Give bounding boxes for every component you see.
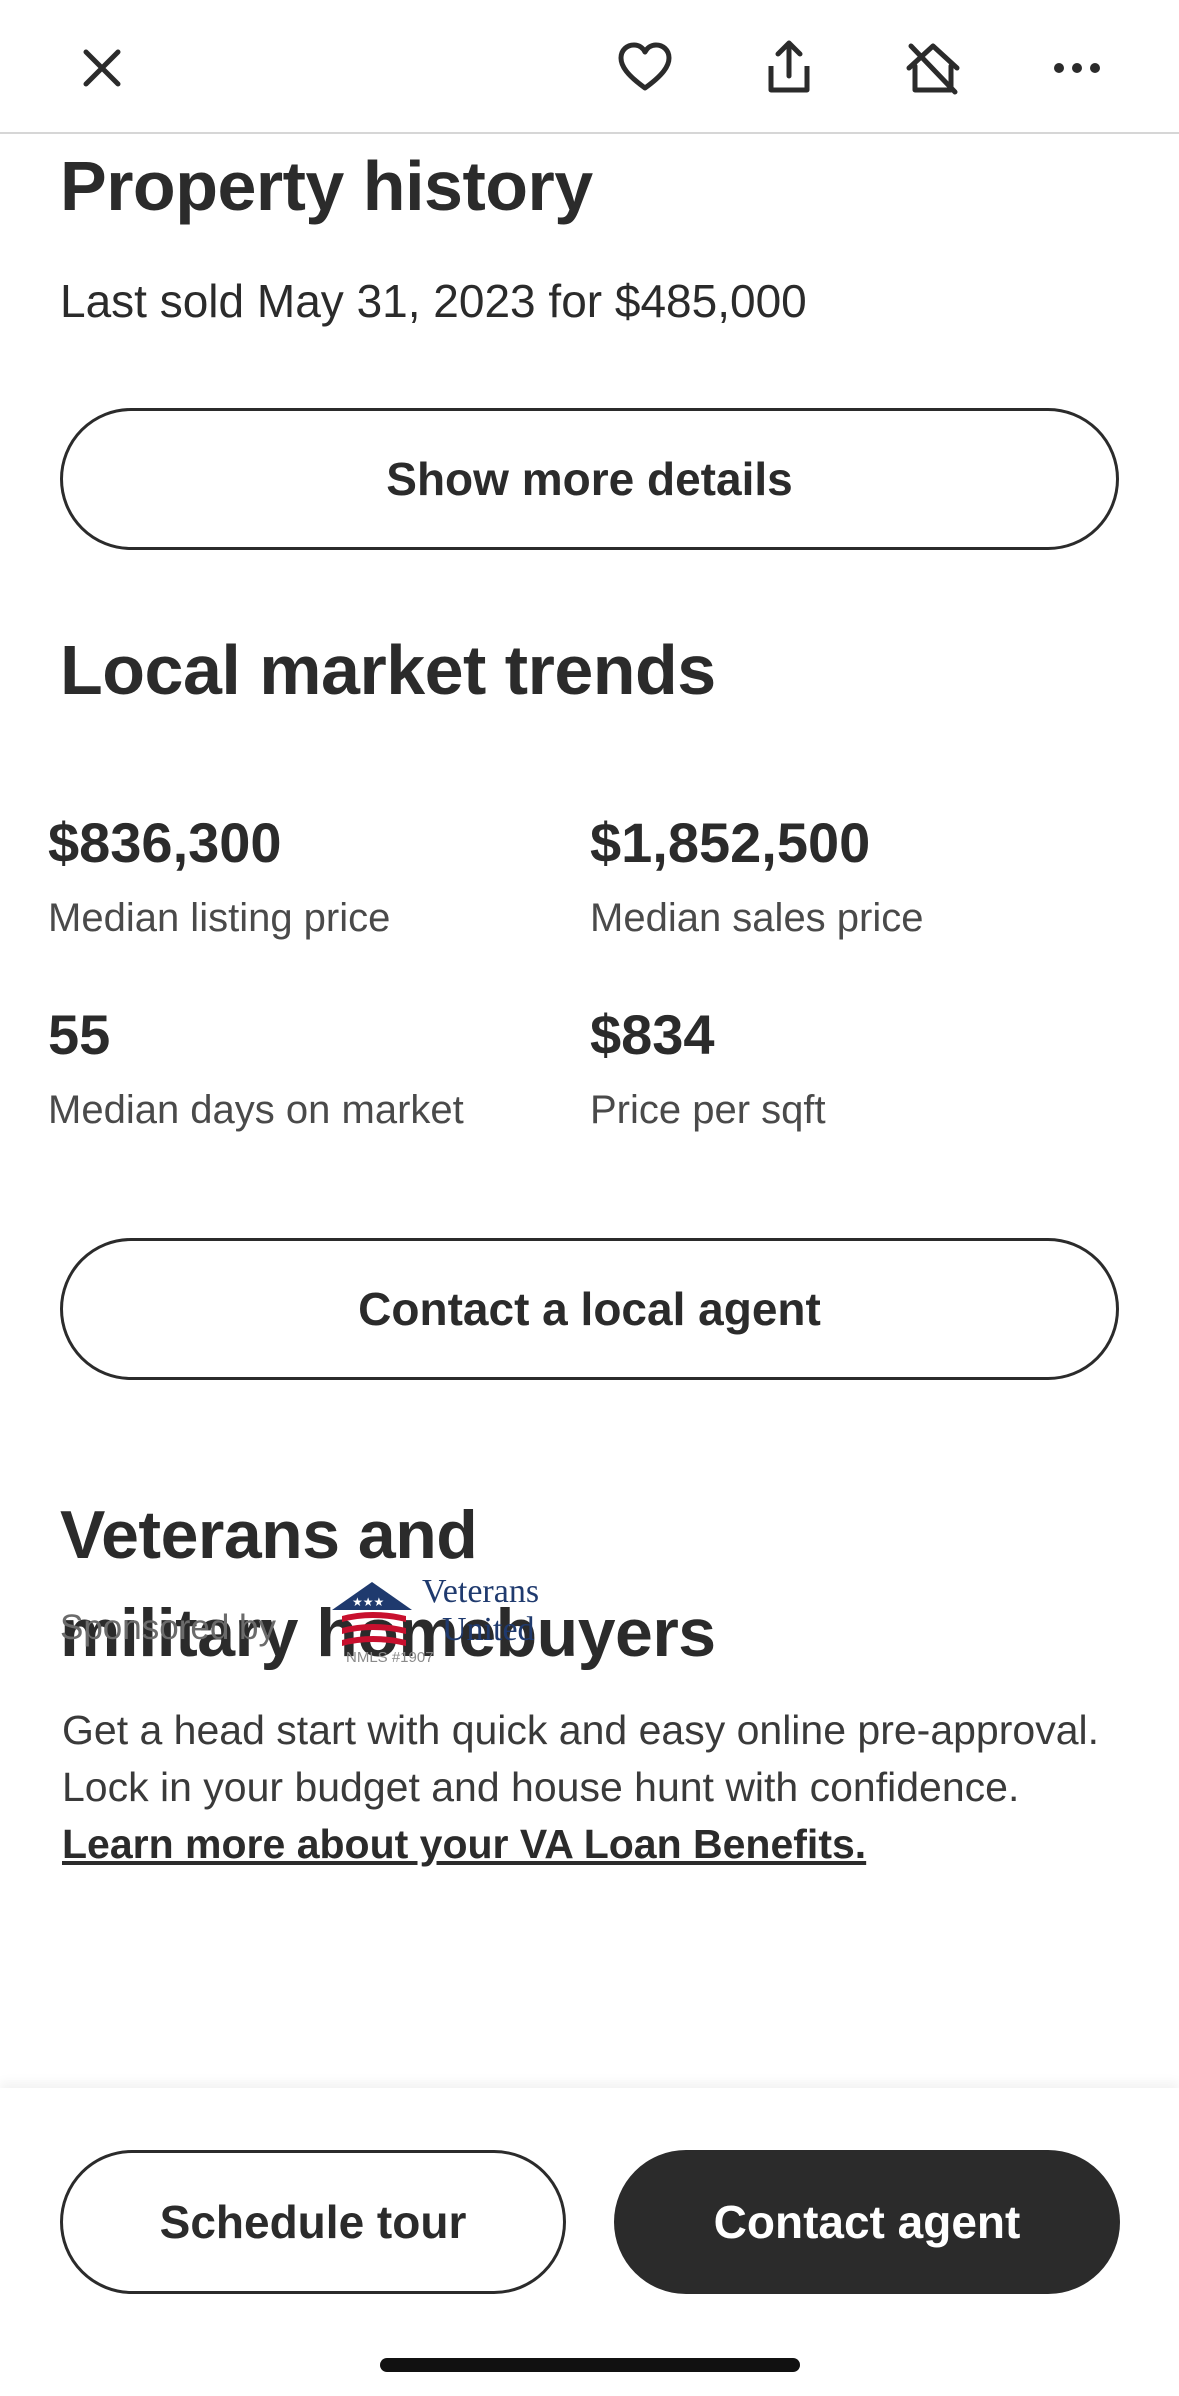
market-trends-title: Local market trends	[60, 631, 716, 709]
home-indicator	[380, 2358, 800, 2372]
logo-text-united: United	[442, 1611, 535, 1648]
contact-agent-button[interactable]: Contact agent	[614, 2150, 1120, 2294]
heart-icon[interactable]	[609, 32, 681, 104]
last-sold-text: Last sold May 31, 2023 for $485,000	[60, 275, 807, 327]
contact-local-agent-button[interactable]: Contact a local agent	[60, 1238, 1119, 1380]
close-icon[interactable]	[66, 32, 138, 104]
veterans-paragraph-text: Get a head start with quick and easy onl…	[62, 1707, 1099, 1810]
price-per-sqft-label: Price per sqft	[590, 1088, 826, 1132]
logo-text-veterans: Veterans	[422, 1573, 539, 1610]
share-icon[interactable]	[753, 32, 825, 104]
median-days-on-market-value: 55	[48, 1003, 111, 1066]
top-toolbar	[0, 0, 1179, 134]
sponsored-by-label: Sponsored by	[60, 1608, 276, 1647]
logo-nmls: NMLS #1907	[346, 1649, 434, 1664]
schedule-tour-button[interactable]: Schedule tour	[60, 2150, 566, 2294]
svg-text:★★★: ★★★	[352, 1595, 384, 1609]
va-loan-benefits-link[interactable]: Learn more about your VA Loan Benefits.	[62, 1821, 866, 1867]
median-sales-price-value: $1,852,500	[590, 811, 871, 874]
hide-home-icon[interactable]	[897, 32, 969, 104]
price-per-sqft-value: $834	[590, 1003, 715, 1066]
bottom-action-bar: Schedule tour Contact agent	[0, 2088, 1179, 2396]
veterans-description: Get a head start with quick and easy onl…	[62, 1702, 1122, 1873]
median-days-on-market-label: Median days on market	[48, 1088, 464, 1132]
veterans-united-logo[interactable]: ★★★ Veterans United NMLS #1907	[330, 1572, 570, 1666]
more-icon[interactable]	[1041, 32, 1113, 104]
property-history-title: Property history	[60, 147, 593, 225]
show-more-details-button[interactable]: Show more details	[60, 408, 1119, 550]
median-sales-price-label: Median sales price	[590, 896, 924, 940]
median-listing-price-value: $836,300	[48, 811, 282, 874]
median-listing-price-label: Median listing price	[48, 896, 391, 940]
veterans-title-line1: Veterans and	[60, 1497, 478, 1573]
